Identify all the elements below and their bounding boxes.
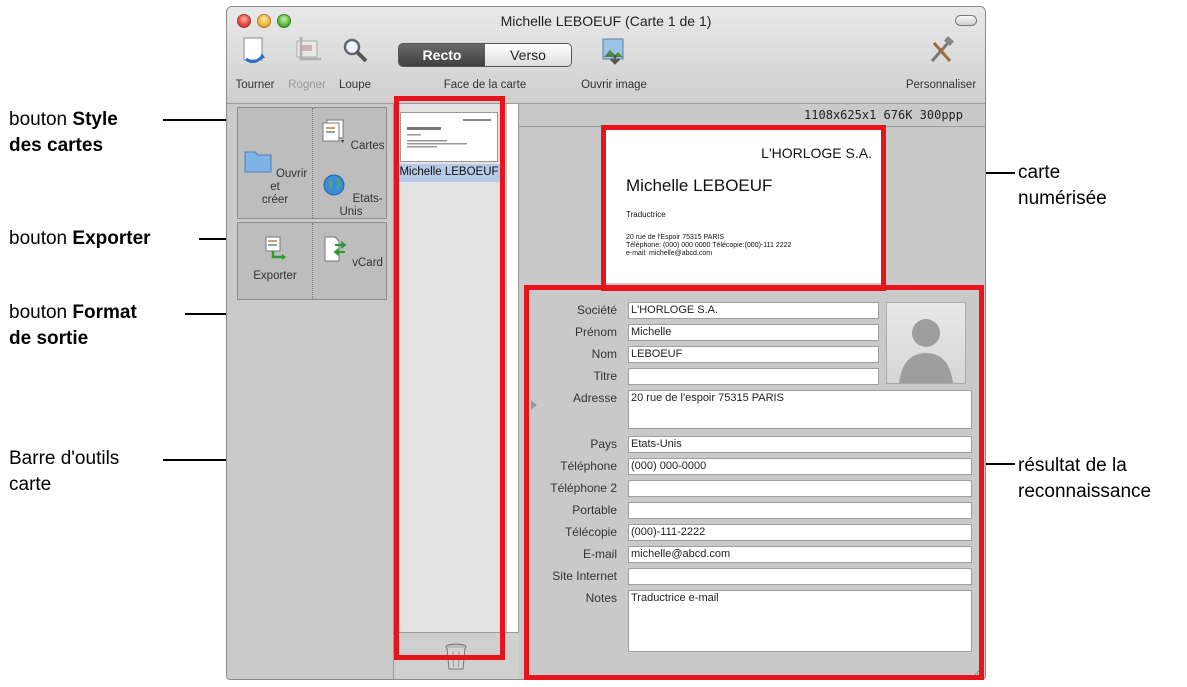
crop-label: Rogner [288,79,326,91]
open-image-label: Ouvrir image [581,79,647,91]
annotation-text: carte [1018,162,1061,183]
export-button[interactable]: Exporter [238,235,312,283]
annotation-text: bouton [9,109,73,130]
annotation-text: résultat de la [1018,455,1127,476]
vcard-icon [324,236,347,262]
annotation-text: carte [9,474,52,495]
cards-stack-icon [322,119,345,143]
title-bar: Michelle LEBOEUF (Carte 1 de 1) Tourner … [227,7,985,104]
window-title: Michelle LEBOEUF (Carte 1 de 1) [500,13,712,29]
annotation-scanned-card: carte numérisée [1018,160,1107,212]
globe-icon [323,174,345,196]
card-toolbar-group-export: Exporter vCard [237,222,387,300]
card-side-label: Face de la carte [443,79,527,91]
tab-back[interactable]: Verso [485,44,571,66]
open-create-label: Ouvrir et [270,168,308,193]
annotation-style-button: bouton Style des cartes [9,107,118,159]
annotation-bold: de sortie [9,328,89,349]
annotation-export-button: bouton Exporter [9,226,151,252]
divider [312,223,313,299]
export-label: Exporter [253,270,297,282]
rotate-label: Tourner [235,79,275,91]
tab-front[interactable]: Recto [399,44,485,66]
annotation-bold: Format [72,302,137,323]
vcard-button[interactable]: vCard [314,235,388,270]
folder-icon [244,151,272,173]
annotation-text: bouton [9,228,73,249]
tools-icon [930,36,954,62]
magnifier-label: Loupe [339,79,371,91]
output-format-button[interactable]: Etats-Unis [314,171,388,219]
crop-icon [296,37,321,61]
annotation-text: reconnaissance [1018,481,1152,502]
highlight-card-toolbar [394,96,505,660]
annotation-card-toolbar: Barre d'outils carte [9,446,119,498]
toolbar-toggle-button[interactable] [955,15,977,26]
annotation-text: Barre d'outils [9,448,120,469]
vcard-label: vCard [352,257,383,269]
highlight-recognition-result [524,285,984,680]
card-list-scrollbar[interactable] [506,104,518,632]
annotation-bold: Exporter [72,228,151,249]
card-side-segment: Recto Verso [398,43,572,67]
cards-label: Cartes [350,140,385,152]
image-info: 1108x625x1 676K 300ppp [804,108,963,122]
card-toolbar: Ouvrir et créer Cartes Etats-Unis Export… [227,104,394,679]
open-image-icon [602,38,624,65]
customize-label: Personnaliser [905,79,977,91]
annotation-text: bouton [9,302,73,323]
annotation-recognition-result: résultat de la reconnaissance [1018,453,1151,505]
annotation-text: numérisée [1018,188,1107,209]
export-icon [265,236,286,260]
highlight-scanned-card [601,125,886,291]
rotate-icon [243,37,265,64]
open-create-button[interactable]: Ouvrir et créer [238,146,312,207]
magnifier-icon [343,38,368,63]
annotation-format-button: bouton Format de sortie [9,300,137,352]
open-create-label: créer [261,194,289,206]
annotation-bold: des cartes [9,135,104,156]
annotation-bold: Style [72,109,118,130]
card-toolbar-group-top: Ouvrir et créer Cartes Etats-Unis [237,107,387,219]
divider [312,108,313,218]
card-style-button[interactable]: Cartes [314,118,388,153]
